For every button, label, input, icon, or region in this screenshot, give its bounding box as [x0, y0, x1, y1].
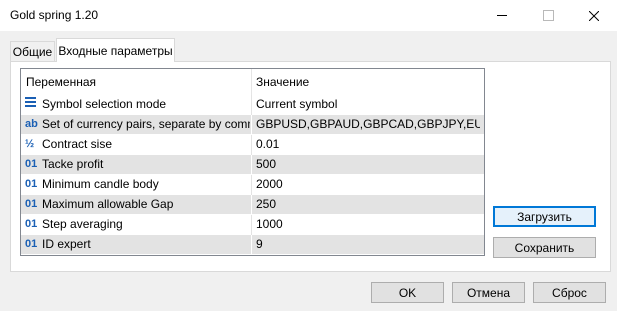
row-value[interactable]: 2000 — [256, 175, 480, 194]
column-divider — [251, 135, 252, 155]
parameters-table[interactable]: Переменная Значение Symbol selection mod… — [20, 68, 485, 256]
row-name: Step averaging — [42, 217, 123, 231]
row-name: Contract sise — [42, 137, 113, 151]
column-divider — [251, 235, 252, 255]
title-bar: Gold spring 1.20 — [0, 0, 617, 31]
row-value[interactable]: 9 — [256, 235, 480, 254]
row-name: Set of currency pairs, separate by comma — [42, 117, 250, 131]
header-divider[interactable] — [251, 69, 252, 95]
reset-button[interactable]: Сброс — [533, 282, 606, 303]
ok-button[interactable]: OK — [371, 282, 444, 303]
ok-button-label: OK — [398, 285, 417, 300]
row-value[interactable]: 1000 — [256, 215, 480, 234]
row-value[interactable]: Current symbol — [256, 95, 480, 114]
integer-01-icon: 01 — [25, 158, 38, 170]
row-value[interactable]: 250 — [256, 195, 480, 214]
reset-button-label: Сброс — [552, 285, 587, 300]
load-button-label: Загрузить — [517, 209, 572, 224]
integer-01-icon: 01 — [25, 218, 38, 230]
fraction-half-icon: ½ — [25, 138, 35, 150]
load-button[interactable]: Загрузить — [493, 206, 596, 227]
integer-01-icon: 01 — [25, 178, 38, 190]
column-divider — [251, 155, 252, 175]
close-icon — [589, 10, 599, 21]
close-button[interactable] — [571, 0, 617, 31]
row-name: ID expert — [42, 237, 91, 251]
tab-input-parameters-label: Входные параметры — [58, 43, 173, 58]
maximize-icon — [542, 10, 554, 21]
column-divider — [251, 175, 252, 195]
row-value[interactable]: 0.01 — [256, 135, 480, 154]
save-button[interactable]: Сохранить — [493, 237, 596, 258]
header-value[interactable]: Значение — [256, 69, 309, 95]
table-row[interactable]: ½ Contract sise 0.01 — [21, 135, 484, 155]
row-value[interactable]: GBPUSD,GBPAUD,GBPCAD,GBPJPY,EURUSD... — [256, 115, 480, 134]
column-divider — [251, 215, 252, 235]
table-row[interactable]: 01 Step averaging 1000 — [21, 215, 484, 235]
column-divider — [251, 95, 252, 115]
table-row[interactable]: Symbol selection mode Current symbol — [21, 95, 484, 115]
tab-input-parameters[interactable]: Входные параметры — [56, 38, 175, 62]
tab-general-label: Общие — [12, 44, 53, 59]
table-row[interactable]: 01 Tacke profit 500 — [21, 155, 484, 175]
row-value[interactable]: 500 — [256, 155, 480, 174]
table-row[interactable]: ab Set of currency pairs, separate by co… — [21, 115, 484, 135]
column-divider — [251, 195, 252, 215]
header-variable[interactable]: Переменная — [26, 69, 96, 95]
column-divider — [251, 115, 252, 135]
minimize-button[interactable] — [479, 0, 525, 31]
string-ab-icon: ab — [25, 118, 38, 130]
table-row[interactable]: 01 Maximum allowable Gap 250 — [21, 195, 484, 215]
row-name: Maximum allowable Gap — [42, 197, 174, 211]
row-name: Tacke profit — [42, 157, 104, 171]
table-row[interactable]: 01 Minimum candle body 2000 — [21, 175, 484, 195]
save-button-label: Сохранить — [514, 240, 575, 255]
table-row[interactable]: 01 ID expert 9 — [21, 235, 484, 255]
tab-general[interactable]: Общие — [10, 41, 55, 61]
maximize-button[interactable] — [525, 0, 571, 31]
cancel-button[interactable]: Отмена — [452, 282, 525, 303]
enum-list-icon — [25, 95, 41, 114]
row-name: Minimum candle body — [42, 177, 159, 191]
integer-01-icon: 01 — [25, 198, 38, 210]
window-title: Gold spring 1.20 — [10, 8, 99, 22]
integer-01-icon: 01 — [25, 238, 38, 250]
cancel-button-label: Отмена — [466, 285, 511, 300]
minimize-icon — [497, 15, 507, 16]
table-header: Переменная Значение — [21, 69, 484, 96]
row-name: Symbol selection mode — [42, 97, 167, 111]
